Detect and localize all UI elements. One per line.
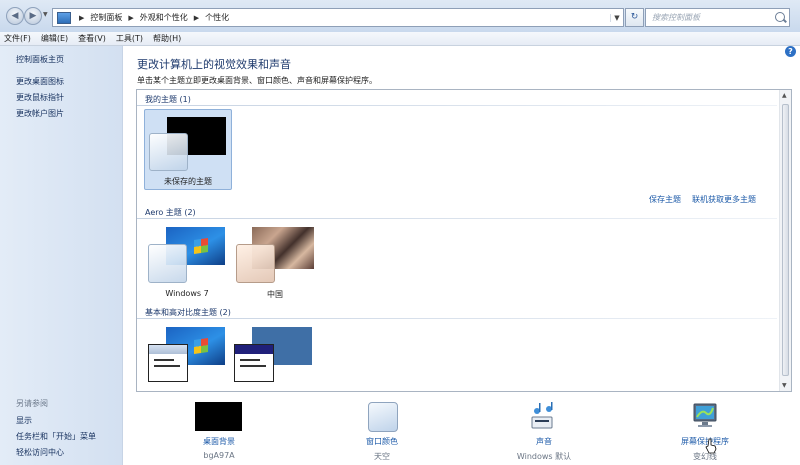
- recent-pages-button[interactable]: ▼: [43, 11, 48, 18]
- save-theme-link[interactable]: 保存主题: [649, 194, 681, 205]
- search-placeholder: 搜索控制面板: [652, 13, 700, 22]
- chevron-right-icon[interactable]: ▶: [194, 14, 199, 22]
- change-account-picture-link[interactable]: 更改帐户图片: [16, 108, 64, 119]
- address-bar-area: ◀ ▶ ▼ ▶ 控制面板 ▶ 外观和个性化 ▶ 个性化 ▼ ↻ 搜索控制面板: [0, 0, 800, 33]
- window-color-setting[interactable]: 窗口颜色 天空: [327, 398, 437, 464]
- theme-windows-7[interactable]: Windows 7: [144, 223, 230, 299]
- window-color-thumbnail: [368, 402, 398, 432]
- change-mouse-pointers-link[interactable]: 更改鼠标指针: [16, 92, 64, 103]
- page-title: 更改计算机上的视觉效果和声音: [137, 58, 291, 71]
- screensaver-icon: [693, 403, 717, 427]
- window-color-value: 天空: [374, 452, 390, 461]
- desktop-background-setting[interactable]: 桌面背景 bgA97A: [164, 398, 274, 464]
- control-panel-home-link[interactable]: 控制面板主页: [16, 54, 64, 65]
- sounds-link[interactable]: 声音: [489, 436, 599, 447]
- desktop-background-value: bgA97A: [203, 451, 235, 460]
- chevron-right-icon[interactable]: ▶: [128, 14, 133, 22]
- cursor-icon: [705, 438, 717, 454]
- theme-unsaved[interactable]: 未保存的主题: [144, 109, 232, 190]
- back-button[interactable]: ◀: [6, 7, 24, 25]
- theme-windows-7-basic[interactable]: [144, 323, 230, 389]
- desktop-background-link[interactable]: 桌面背景: [164, 436, 274, 447]
- display-link[interactable]: 显示: [16, 415, 32, 426]
- menu-help[interactable]: 帮助(H): [149, 32, 187, 45]
- search-icon[interactable]: [775, 12, 785, 22]
- refresh-button[interactable]: ↻: [625, 8, 644, 27]
- theme-label: Windows 7: [165, 289, 209, 298]
- group-divider: [137, 318, 777, 319]
- page-subtitle: 单击某个主题立即更改桌面背景、窗口颜色、声音和屏幕保护程序。: [137, 76, 377, 85]
- breadcrumb-appearance[interactable]: 外观和个性化: [140, 12, 188, 23]
- forward-button[interactable]: ▶: [24, 7, 42, 25]
- ease-of-access-link[interactable]: 轻松访问中心: [16, 447, 64, 458]
- group-divider: [137, 218, 777, 219]
- theme-color-preview: [148, 244, 187, 283]
- window-color-link[interactable]: 窗口颜色: [327, 436, 437, 447]
- menu-edit[interactable]: 编辑(E): [37, 32, 74, 45]
- sounds-setting[interactable]: 声音 Windows 默认: [489, 398, 599, 464]
- theme-window-preview: [234, 344, 274, 382]
- menu-file[interactable]: 文件(F): [0, 32, 37, 45]
- screen-saver-setting[interactable]: 屏幕保护程序 变幻线: [650, 398, 760, 464]
- theme-label: 中国: [267, 290, 283, 299]
- menu-bar: 文件(F) 编辑(E) 查看(V) 工具(T) 帮助(H): [0, 32, 800, 46]
- change-desktop-icons-link[interactable]: 更改桌面图标: [16, 76, 64, 87]
- scrollbar-thumb[interactable]: [782, 104, 789, 376]
- theme-list: 我的主题 (1) 未保存的主题 保存主题 联机获取更多主题 Aero 主题 (2…: [136, 89, 792, 392]
- theme-color-preview: [149, 133, 188, 171]
- scroll-down-icon[interactable]: ▼: [782, 382, 787, 389]
- see-also-header: 另请参阅: [16, 399, 48, 408]
- back-arrow-icon: ◀: [11, 11, 19, 21]
- forward-arrow-icon: ▶: [29, 11, 37, 21]
- breadcrumb-control-panel[interactable]: 控制面板: [90, 12, 122, 23]
- group-divider: [137, 105, 777, 106]
- theme-window-preview: [148, 344, 188, 382]
- scroll-up-icon[interactable]: ▲: [782, 92, 787, 99]
- theme-label: 未保存的主题: [164, 177, 212, 186]
- chevron-right-icon[interactable]: ▶: [79, 14, 84, 22]
- sound-icon: [531, 402, 553, 429]
- group-my-themes: 我的主题 (1): [145, 95, 191, 104]
- vertical-scrollbar[interactable]: ▲ ▼: [779, 90, 791, 391]
- menu-view[interactable]: 查看(V): [74, 32, 112, 45]
- control-panel-icon: [57, 11, 71, 24]
- group-basic-themes: 基本和高对比度主题 (2): [145, 308, 231, 317]
- breadcrumb[interactable]: ▶ 控制面板 ▶ 外观和个性化 ▶ 个性化 ▼: [52, 8, 624, 27]
- theme-china[interactable]: 中国: [232, 223, 318, 299]
- theme-color-preview: [236, 244, 275, 283]
- left-panel: 控制面板主页 更改桌面图标 更改鼠标指针 更改帐户图片 另请参阅 显示 任务栏和…: [0, 46, 123, 465]
- breadcrumb-personalization[interactable]: 个性化: [205, 12, 229, 23]
- theme-high-contrast[interactable]: [232, 323, 318, 389]
- group-aero-themes: Aero 主题 (2): [145, 208, 196, 217]
- search-input[interactable]: 搜索控制面板: [645, 8, 790, 27]
- address-dropdown-button[interactable]: ▼: [610, 13, 623, 22]
- get-more-themes-link[interactable]: 联机获取更多主题: [692, 194, 756, 205]
- refresh-icon: ↻: [630, 12, 639, 22]
- help-icon[interactable]: ?: [785, 46, 796, 57]
- desktop-background-thumbnail: [195, 402, 242, 431]
- sounds-value: Windows 默认: [516, 452, 572, 461]
- taskbar-start-menu-link[interactable]: 任务栏和「开始」菜单: [16, 431, 96, 442]
- menu-tools[interactable]: 工具(T): [112, 32, 149, 45]
